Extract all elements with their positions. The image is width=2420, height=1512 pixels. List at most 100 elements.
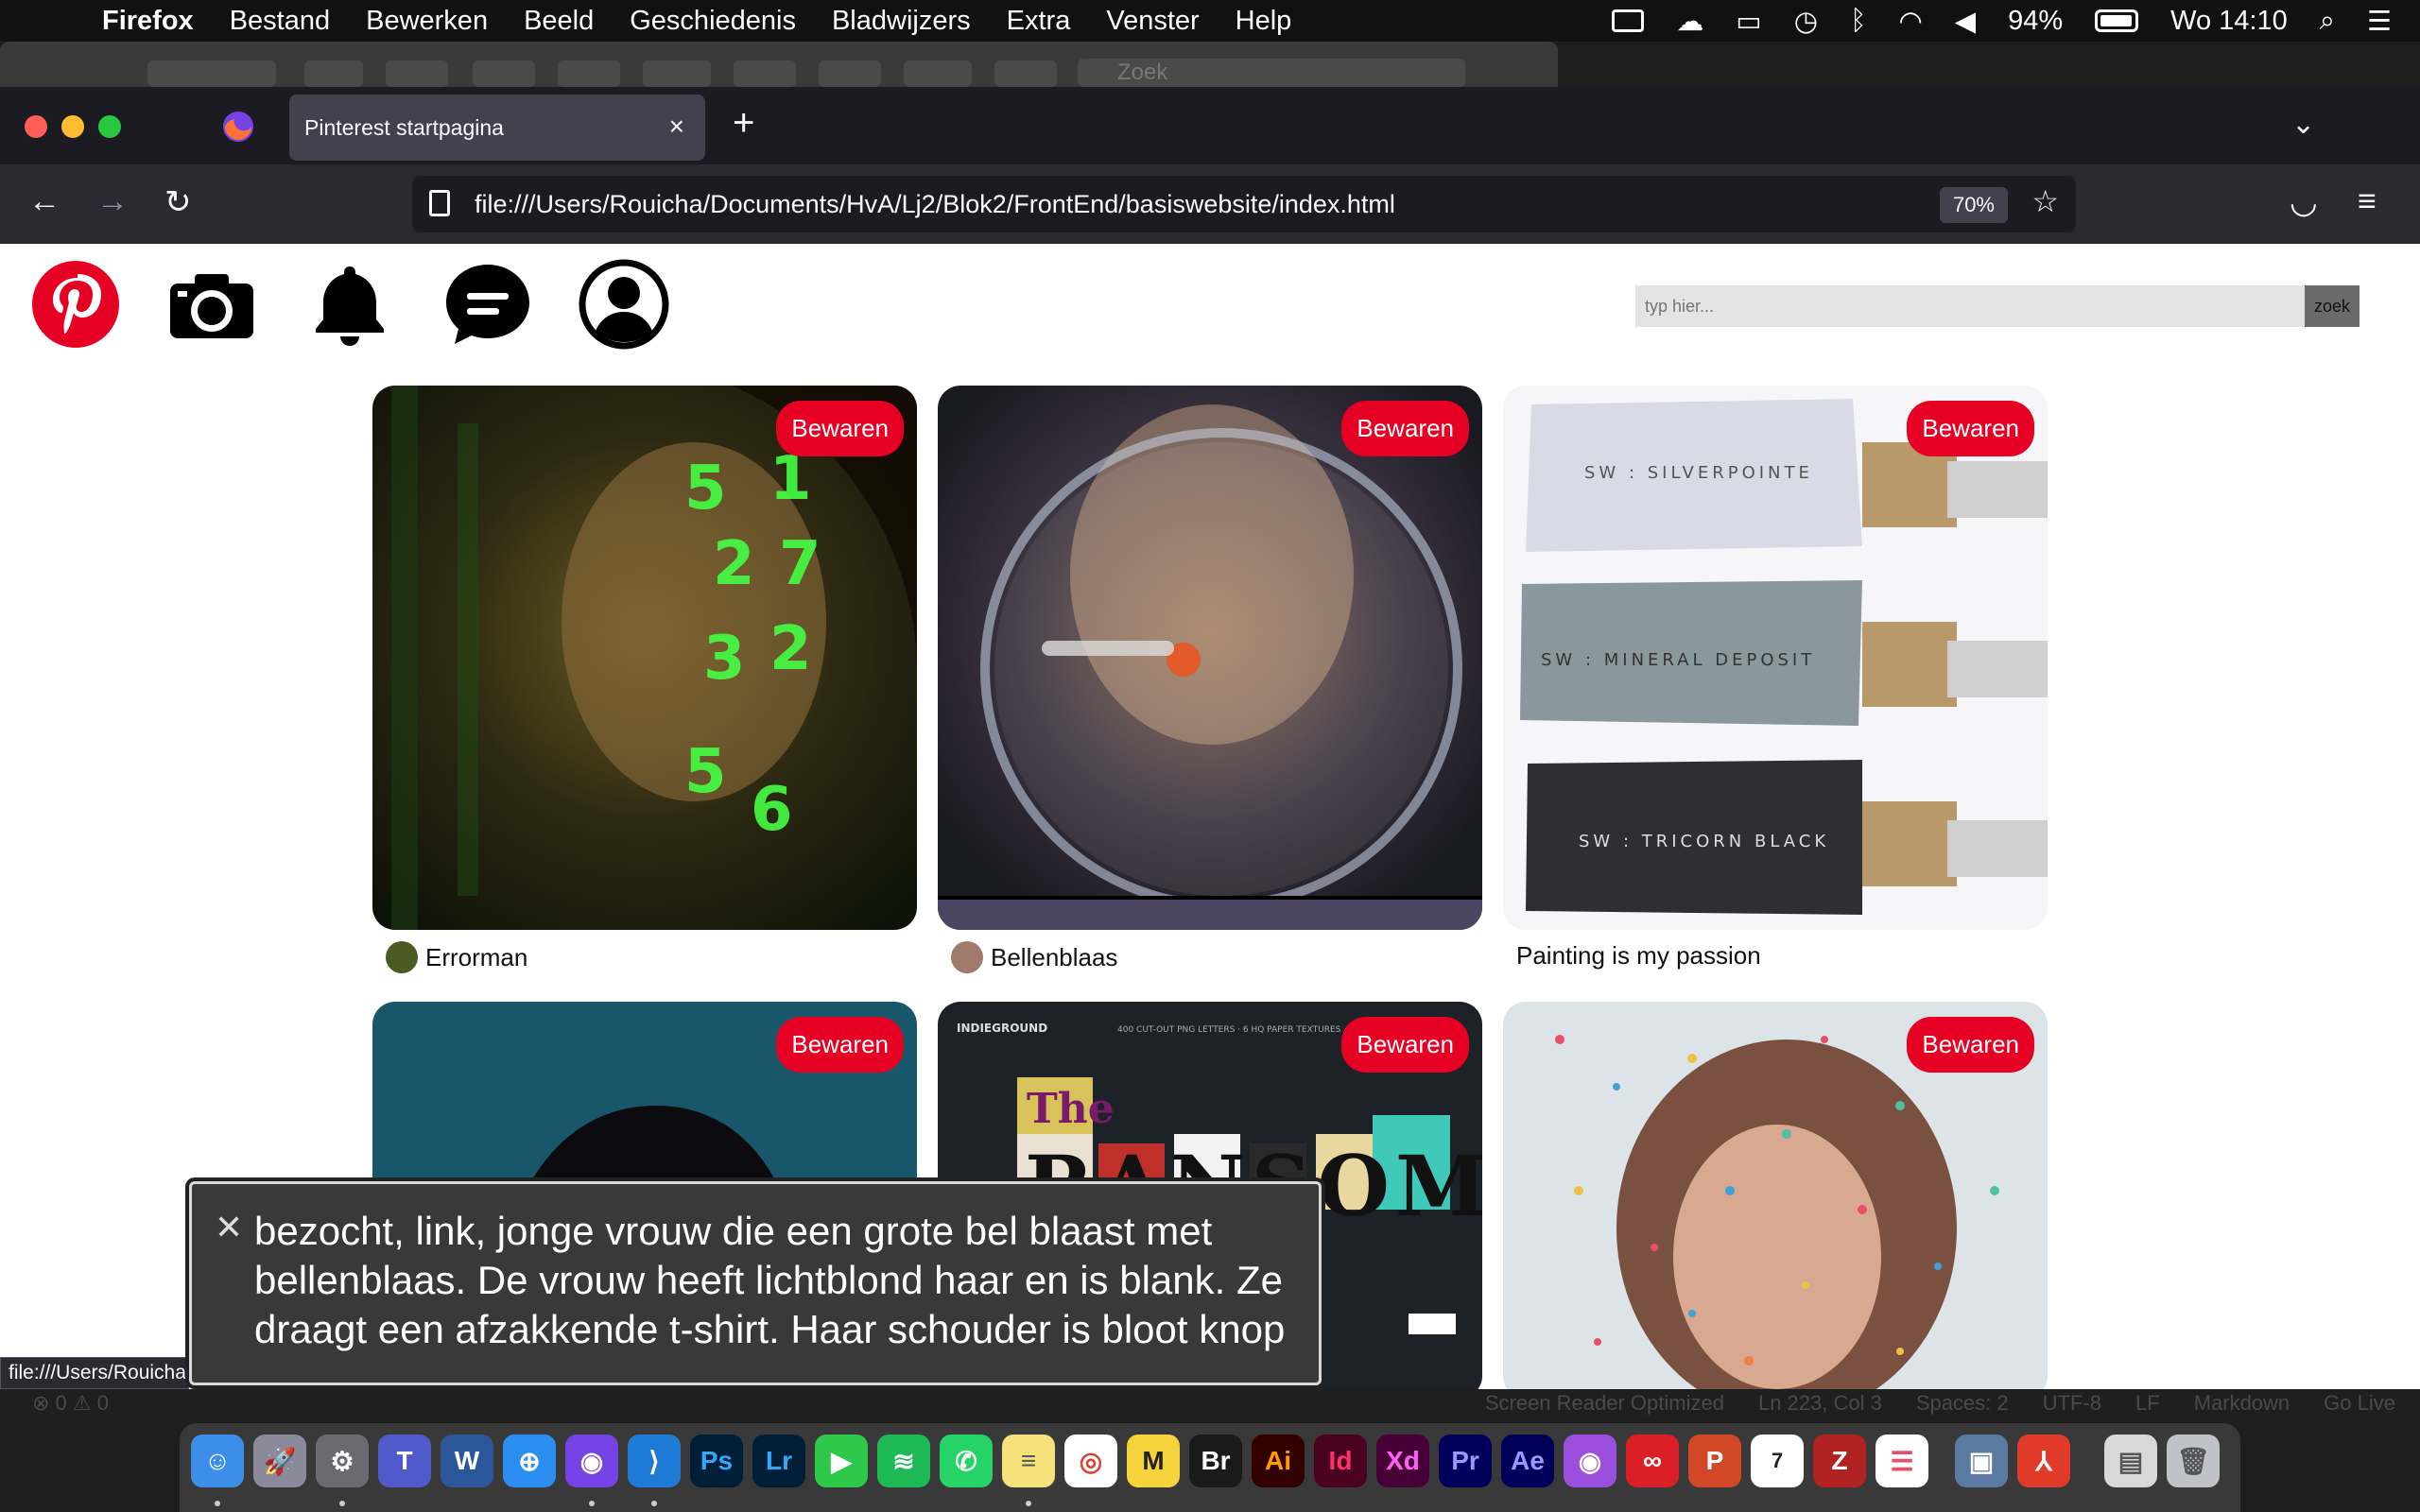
- close-icon[interactable]: ✕: [215, 1203, 243, 1252]
- menu-venster[interactable]: Venster: [1106, 6, 1199, 37]
- messages-icon[interactable]: [442, 259, 533, 350]
- finder-icon[interactable]: ☺: [191, 1435, 244, 1487]
- bg-toolbar-view-buttons[interactable]: [147, 60, 276, 87]
- bg-toolbar-collab-button[interactable]: [994, 60, 1057, 87]
- search-button[interactable]: zoek: [2305, 285, 2360, 327]
- window-zoom-button[interactable]: [98, 115, 121, 138]
- menu-bestand[interactable]: Bestand: [230, 6, 330, 37]
- chrome-icon[interactable]: ◎: [1064, 1435, 1117, 1487]
- bridge-icon[interactable]: Br: [1189, 1435, 1242, 1487]
- battery-icon[interactable]: [2095, 9, 2139, 32]
- word-icon[interactable]: W: [441, 1435, 493, 1487]
- display-icon[interactable]: [1612, 9, 1645, 32]
- pin-image-woman-green-numbers[interactable]: 51 27 32 56: [372, 386, 917, 930]
- powerpoint-icon[interactable]: P: [1688, 1435, 1741, 1487]
- new-tab-button[interactable]: +: [733, 102, 754, 145]
- menu-app-name[interactable]: Firefox: [102, 6, 194, 37]
- firefox-logo-icon[interactable]: [221, 110, 255, 144]
- clock[interactable]: Wo 14:10: [2170, 6, 2288, 37]
- menu-bladwijzers[interactable]: Bladwijzers: [832, 6, 971, 37]
- pinterest-logo-icon[interactable]: [30, 259, 121, 350]
- bg-toolbar-table-button[interactable]: [904, 60, 972, 87]
- status-line-ending[interactable]: LF: [2135, 1391, 2160, 1416]
- illustrator-icon[interactable]: Ai: [1252, 1435, 1305, 1487]
- filezilla-icon[interactable]: Z: [1813, 1435, 1866, 1487]
- pocket-icon[interactable]: ◡: [2290, 183, 2318, 221]
- wifi-icon[interactable]: ◠: [1898, 5, 1922, 38]
- save-button[interactable]: Bewaren: [1907, 1017, 2034, 1073]
- bg-toolbar-sidebar-button[interactable]: [304, 60, 363, 87]
- control-center-icon[interactable]: ☰: [2367, 5, 2392, 38]
- preview-icon[interactable]: ▣: [1955, 1435, 2008, 1487]
- tab-close-icon[interactable]: ×: [669, 112, 684, 142]
- podcasts-icon[interactable]: ◉: [1564, 1435, 1616, 1487]
- safari-icon[interactable]: ⊕: [503, 1435, 556, 1487]
- lightroom-icon[interactable]: Lr: [752, 1435, 805, 1487]
- acrobat-icon[interactable]: ⅄: [2017, 1435, 2070, 1487]
- bg-toolbar-check-button[interactable]: [734, 60, 796, 87]
- reminders-icon[interactable]: ☰: [1876, 1435, 1928, 1487]
- bg-toolbar-edit-button[interactable]: [558, 60, 620, 87]
- notes-icon[interactable]: ≡: [1002, 1435, 1055, 1487]
- bluetooth-icon[interactable]: ᛒ: [1850, 6, 1866, 37]
- spotify-icon[interactable]: ≋: [877, 1435, 930, 1487]
- facetime-icon[interactable]: ▶: [815, 1435, 868, 1487]
- forward-arrow-icon[interactable]: →: [96, 183, 129, 220]
- pin-image-bubble-woman[interactable]: [938, 386, 1482, 930]
- camera-icon[interactable]: [166, 259, 257, 350]
- volume-icon[interactable]: ◀: [1955, 5, 1976, 38]
- photoshop-icon[interactable]: Ps: [690, 1435, 743, 1487]
- launchpad-icon[interactable]: 🚀: [253, 1435, 306, 1487]
- whatsapp-icon[interactable]: ✆: [940, 1435, 993, 1487]
- status-language-mode[interactable]: Markdown: [2194, 1391, 2290, 1416]
- save-button[interactable]: Bewaren: [1341, 1017, 1469, 1073]
- user-profile-icon[interactable]: [579, 259, 669, 350]
- bookmark-star-icon[interactable]: ☆: [2031, 183, 2059, 219]
- firefox-dock-icon[interactable]: ◉: [565, 1435, 618, 1487]
- save-button[interactable]: Bewaren: [1341, 401, 1469, 456]
- calendar-icon[interactable]: 7: [1751, 1435, 1804, 1487]
- notification-bell-icon[interactable]: [304, 259, 395, 350]
- pin-painting[interactable]: SW : SILVERPOINTE SW : MINERAL DEPOSIT S…: [1503, 386, 2048, 930]
- xd-icon[interactable]: Xd: [1376, 1435, 1429, 1487]
- status-go-live[interactable]: Go Live: [2324, 1391, 2395, 1416]
- save-button[interactable]: Bewaren: [1907, 401, 2034, 456]
- menu-beeld[interactable]: Beeld: [524, 6, 594, 37]
- creative-cloud-icon[interactable]: ☁: [1676, 5, 1703, 38]
- save-button[interactable]: Bewaren: [776, 401, 904, 456]
- after-effects-icon[interactable]: Ae: [1501, 1435, 1554, 1487]
- indesign-icon[interactable]: Id: [1314, 1435, 1367, 1487]
- status-indentation[interactable]: Spaces: 2: [1916, 1391, 2009, 1416]
- pin-confetti[interactable]: Bewaren: [1503, 1002, 2048, 1389]
- status-encoding[interactable]: UTF-8: [2043, 1391, 2101, 1416]
- save-button[interactable]: Bewaren: [776, 1017, 904, 1073]
- trash-icon[interactable]: 🗑: [2167, 1435, 2220, 1487]
- creative-cloud-dock-icon[interactable]: ∞: [1626, 1435, 1679, 1487]
- battery-percentage[interactable]: 94%: [2008, 6, 2063, 37]
- bg-toolbar-font-button[interactable]: [819, 60, 881, 87]
- pin-errorman[interactable]: 51 27 32 56 Bewaren: [372, 386, 917, 930]
- bg-search-field[interactable]: Zoek: [1078, 59, 1465, 87]
- status-cursor-position[interactable]: Ln 223, Col 3: [1758, 1391, 1882, 1416]
- pin-bellenblaas[interactable]: Bewaren: [938, 386, 1482, 930]
- teams-icon[interactable]: T: [378, 1435, 431, 1487]
- bg-toolbar-share-button[interactable]: [386, 60, 448, 87]
- address-bar[interactable]: file:///Users/Rouicha/Documents/HvA/Lj2/…: [412, 176, 2076, 232]
- pin-caption-bellenblaas[interactable]: Bellenblaas: [951, 941, 1117, 973]
- hamburger-menu-icon[interactable]: ≡: [2358, 183, 2377, 220]
- pin-image-paint-swatches[interactable]: SW : SILVERPOINTE SW : MINERAL DEPOSIT S…: [1503, 386, 2048, 930]
- back-arrow-icon[interactable]: ←: [28, 183, 60, 220]
- menu-extra[interactable]: Extra: [1007, 6, 1071, 37]
- premiere-icon[interactable]: Pr: [1439, 1435, 1492, 1487]
- list-all-tabs-chevron-icon[interactable]: ⌄: [2291, 108, 2315, 141]
- pin-caption-painting[interactable]: Painting is my passion: [1516, 941, 1761, 971]
- window-close-button[interactable]: [25, 115, 47, 138]
- zoom-level-button[interactable]: 70%: [1939, 187, 2008, 223]
- spotlight-search-icon[interactable]: ⌕: [2320, 6, 2335, 37]
- tab-pinterest-startpagina[interactable]: Pinterest startpagina ×: [289, 94, 705, 161]
- menu-bewerken[interactable]: Bewerken: [366, 6, 488, 37]
- status-screen-reader[interactable]: Screen Reader Optimized: [1485, 1391, 1724, 1416]
- system-preferences-icon[interactable]: ⚙: [316, 1435, 369, 1487]
- problems-indicator[interactable]: ⊗ 0 ⚠ 0: [32, 1391, 109, 1416]
- window-minimize-button[interactable]: [61, 115, 84, 138]
